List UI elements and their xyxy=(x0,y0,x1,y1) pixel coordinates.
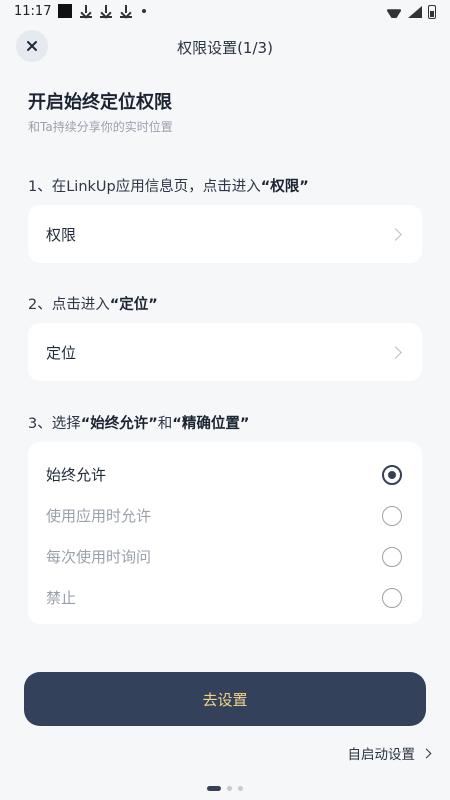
page-index: 3 xyxy=(257,39,268,57)
step-3-connector: 和 xyxy=(157,416,173,432)
radio-unselected-icon xyxy=(382,505,402,526)
permission-card-label: 权限 xyxy=(46,225,77,244)
location-card[interactable]: 定位 xyxy=(28,323,422,381)
option-label: 禁止 xyxy=(46,589,77,607)
page-dot-active xyxy=(207,786,221,791)
battery-icon xyxy=(428,5,436,19)
page-title-suffix: ) xyxy=(267,39,273,57)
option-label: 每次使用时询问 xyxy=(46,548,152,566)
page-title-text: 权限设置(1/ xyxy=(177,39,258,57)
step-3-text: 3、选择 xyxy=(28,416,81,432)
location-card-label: 定位 xyxy=(46,343,77,362)
chevron-right-icon xyxy=(389,345,402,359)
option-label: 始终允许 xyxy=(46,466,107,484)
status-bar: 11:17 xyxy=(0,0,450,26)
section-heading: 开启始终定位权限 xyxy=(28,92,172,113)
chevron-right-icon xyxy=(421,748,432,758)
step-1-instruction: 1、在LinkUp应用信息页，点击进入“权限” xyxy=(28,175,309,196)
step-2-instruction: 2、点击进入“定位” xyxy=(28,293,158,314)
download-icon xyxy=(80,4,92,18)
permission-card[interactable]: 权限 xyxy=(28,205,422,263)
step-3-highlight-2: “精确位置” xyxy=(172,416,250,432)
step-1-highlight: “权限” xyxy=(260,179,309,195)
page-dot xyxy=(238,786,243,791)
download-icon xyxy=(100,4,112,18)
step-2-text: 2、点击进入 xyxy=(28,297,110,313)
radio-unselected-icon xyxy=(382,587,402,608)
app-notification-icon xyxy=(58,4,72,18)
radio-unselected-icon xyxy=(382,546,402,567)
page-indicator xyxy=(0,786,450,791)
option-deny[interactable]: 禁止 xyxy=(46,577,404,618)
autostart-settings-label: 自启动设置 xyxy=(347,747,416,763)
go-to-settings-button[interactable]: 去设置 xyxy=(24,672,426,726)
step-3-instruction: 3、选择“始终允许”和“精确位置” xyxy=(28,412,249,433)
step-1-text: 1、在LinkUp应用信息页，点击进入 xyxy=(28,179,261,195)
section-subheading: 和Ta持续分享你的实时位置 xyxy=(28,120,173,134)
download-icon xyxy=(120,4,132,18)
option-label: 使用应用时允许 xyxy=(46,507,152,525)
radio-selected-icon xyxy=(382,464,402,485)
notification-icons xyxy=(58,4,146,18)
chevron-right-icon xyxy=(389,227,402,241)
location-options: 始终允许 使用应用时允许 每次使用时询问 禁止 xyxy=(28,442,422,624)
status-time: 11:17 xyxy=(14,4,52,19)
option-while-using[interactable]: 使用应用时允许 xyxy=(46,495,404,536)
signal-icon xyxy=(408,6,422,18)
wifi-icon xyxy=(386,6,402,18)
autostart-settings-link[interactable]: 自启动设置 xyxy=(347,743,432,763)
step-3-highlight-1: “始终允许” xyxy=(80,416,158,432)
system-icons xyxy=(386,5,436,19)
step-2-highlight: “定位” xyxy=(109,297,158,313)
option-ask-every-time[interactable]: 每次使用时询问 xyxy=(46,536,404,577)
page-title: 权限设置(1/3) xyxy=(0,37,450,58)
option-always-allow[interactable]: 始终允许 xyxy=(46,454,404,495)
page-dot xyxy=(227,786,232,791)
more-notifications-icon xyxy=(142,9,146,13)
